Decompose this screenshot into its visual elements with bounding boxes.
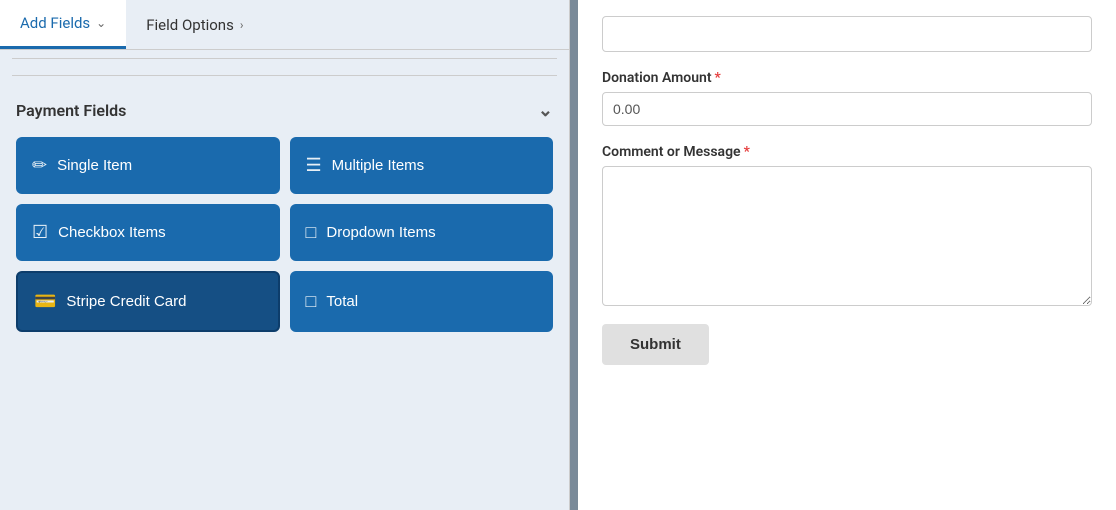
stripe-credit-card-button[interactable]: 💳 Stripe Credit Card — [16, 271, 280, 332]
comment-message-group: Comment or Message* — [602, 144, 1092, 306]
total-button[interactable]: □ Total — [290, 271, 554, 332]
payment-fields-label: Payment Fields — [16, 101, 126, 120]
dropdown-items-label: Dropdown Items — [326, 224, 435, 241]
single-item-button[interactable]: ✏ Single Item — [16, 137, 280, 194]
single-item-icon: ✏ — [32, 155, 47, 176]
comment-message-textarea[interactable] — [602, 166, 1092, 306]
required-marker: * — [715, 70, 721, 86]
donation-amount-group: Donation Amount* — [602, 70, 1092, 126]
multiple-items-button[interactable]: ☰ Multiple Items — [290, 137, 554, 194]
donation-amount-input[interactable] — [602, 92, 1092, 126]
checkbox-items-icon: ☑ — [32, 222, 48, 243]
tab-field-options[interactable]: Field Options › — [126, 0, 263, 49]
comment-message-label: Comment or Message* — [602, 144, 1092, 160]
tab-add-fields[interactable]: Add Fields ⌄ — [0, 0, 126, 49]
required-marker2: * — [744, 144, 750, 160]
divider — [12, 58, 557, 59]
dropdown-items-button[interactable]: □ Dropdown Items — [290, 204, 554, 261]
stripe-credit-card-label: Stripe Credit Card — [66, 293, 186, 310]
top-input-area — [602, 16, 1092, 52]
submit-button[interactable]: Submit — [602, 324, 709, 365]
multiple-items-label: Multiple Items — [332, 157, 425, 174]
tab-field-options-label: Field Options — [146, 16, 234, 34]
payment-fields-grid: ✏ Single Item ☰ Multiple Items ☑ Checkbo… — [0, 133, 569, 348]
tab-add-fields-label: Add Fields — [20, 14, 90, 32]
left-panel: Add Fields ⌄ Field Options › Payment Fie… — [0, 0, 570, 510]
panel-divider[interactable] — [570, 0, 578, 510]
right-panel: Donation Amount* Comment or Message* Sub… — [578, 0, 1116, 510]
chevron-down-icon: ⌄ — [96, 16, 106, 30]
checkbox-items-button[interactable]: ☑ Checkbox Items — [16, 204, 280, 261]
chevron-right-icon: › — [240, 18, 244, 32]
multiple-items-icon: ☰ — [306, 155, 322, 176]
section-chevron-icon: ⌄ — [538, 100, 553, 121]
tab-bar: Add Fields ⌄ Field Options › — [0, 0, 569, 50]
stripe-credit-card-icon: 💳 — [34, 291, 56, 312]
divider2 — [12, 75, 557, 76]
donation-amount-label: Donation Amount* — [602, 70, 1092, 86]
dropdown-items-icon: □ — [306, 222, 317, 243]
single-item-label: Single Item — [57, 157, 132, 174]
checkbox-items-label: Checkbox Items — [58, 224, 166, 241]
total-label: Total — [326, 293, 358, 310]
total-icon: □ — [306, 291, 317, 312]
payment-fields-section-header[interactable]: Payment Fields ⌄ — [0, 84, 569, 133]
